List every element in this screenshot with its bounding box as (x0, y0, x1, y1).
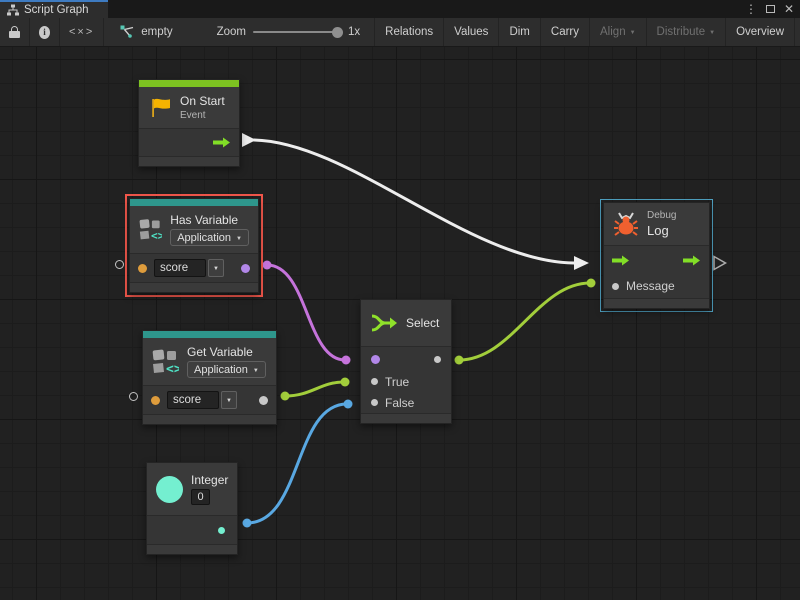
selection-indicator: empty (104, 18, 181, 46)
node-subtitle: Event (180, 110, 225, 121)
node-colorbar (130, 199, 258, 206)
lock-button[interactable] (0, 18, 30, 46)
variables-icon: <> (139, 217, 162, 242)
variable-name-field[interactable]: score (167, 391, 219, 409)
string-input-port[interactable] (138, 264, 147, 273)
code-icon: <×> (69, 26, 94, 38)
chevron-down-icon: ▼ (213, 266, 219, 272)
selection-output-port[interactable] (434, 356, 441, 363)
node-integer[interactable]: Integer 0 (146, 462, 238, 555)
unconnected-port-marker-hasvar[interactable] (115, 260, 124, 269)
message-input-port[interactable] (612, 283, 619, 290)
flow-in-port[interactable] (612, 255, 630, 266)
node-footer (361, 414, 451, 423)
scope-dropdown[interactable]: Application ▼ (187, 361, 266, 378)
svg-text:<>: <> (151, 229, 162, 242)
flag-icon (148, 96, 172, 120)
chevron-down-icon: ▼ (709, 30, 715, 36)
maximize-icon[interactable] (766, 5, 775, 13)
node-on-start[interactable]: On Start Event (138, 79, 240, 167)
connection-cursor-icon (120, 25, 135, 39)
graph-icon (7, 4, 19, 16)
node-title: Log (647, 223, 676, 238)
chevron-down-icon: ▼ (253, 368, 259, 374)
select-icon (371, 313, 398, 333)
align-button[interactable]: Align▼ (589, 18, 646, 46)
unconnected-port-marker-getvar[interactable] (129, 392, 138, 401)
chevron-down-icon: ▼ (630, 30, 636, 36)
tab-title: Script Graph (24, 4, 89, 16)
zoom-value: 1x (348, 26, 360, 38)
node-colorbar (143, 331, 276, 338)
node-title: Select (406, 316, 439, 330)
graph-toolbar: i <×> empty Zoom 1x Relations Values Dim… (0, 18, 800, 47)
value-output-port[interactable] (259, 396, 268, 405)
integer-icon (156, 476, 183, 503)
flow-out-port[interactable] (213, 137, 231, 148)
int-output-port[interactable] (218, 527, 225, 534)
node-category: Debug (647, 210, 676, 221)
variable-name-dropdown-button[interactable]: ▼ (208, 259, 224, 277)
selection-outline-debug-log: Debug Log Message (600, 199, 713, 312)
dim-button[interactable]: Dim (498, 18, 539, 46)
node-title: On Start (180, 94, 225, 108)
tab-script-graph[interactable]: Script Graph (0, 0, 108, 18)
chevron-down-icon: ▼ (236, 236, 242, 242)
more-icon[interactable]: ⋮ (745, 0, 757, 18)
message-port-label: Message (626, 279, 675, 293)
carry-button[interactable]: Carry (540, 18, 589, 46)
selection-outline-has-variable: <> Has Variable Application ▼ score ▼ (125, 194, 263, 297)
title-bar: Script Graph ⋮ ✕ (0, 0, 800, 18)
bug-icon (613, 211, 639, 237)
variables-icon: <> (152, 349, 179, 374)
distribute-button[interactable]: Distribute▼ (646, 18, 726, 46)
scope-dropdown[interactable]: Application ▼ (170, 229, 249, 246)
close-icon[interactable]: ✕ (784, 0, 794, 18)
lock-icon (9, 26, 20, 38)
code-preview-button[interactable]: <×> (60, 18, 104, 46)
node-title: Has Variable (170, 213, 249, 227)
node-footer (604, 299, 709, 308)
node-get-variable[interactable]: <> Get Variable Application ▼ score ▼ (142, 330, 277, 425)
integer-value-field[interactable]: 0 (191, 489, 210, 505)
node-title: Get Variable (187, 345, 266, 359)
info-icon: i (39, 26, 50, 39)
node-title: Integer (191, 473, 228, 487)
chevron-down-icon: ▼ (226, 398, 232, 404)
node-footer (143, 415, 276, 424)
zoom-control: Zoom 1x (208, 18, 375, 46)
zoom-slider[interactable] (253, 31, 341, 33)
true-port-label: True (385, 375, 409, 389)
relations-button[interactable]: Relations (374, 18, 443, 46)
svg-text:<>: <> (166, 362, 179, 374)
node-select[interactable]: Select True False (360, 299, 452, 424)
zoom-slider-handle[interactable] (332, 27, 343, 38)
bool-output-port[interactable] (241, 264, 250, 273)
true-input-port[interactable] (371, 378, 378, 385)
flow-out-port[interactable] (683, 255, 701, 266)
node-debug-log[interactable]: Debug Log Message (603, 202, 710, 309)
variable-name-dropdown-button[interactable]: ▼ (221, 391, 237, 409)
string-input-port[interactable] (151, 396, 160, 405)
node-footer (130, 283, 258, 292)
condition-input-port[interactable] (371, 355, 380, 364)
false-port-label: False (385, 396, 414, 410)
overview-button[interactable]: Overview (725, 18, 794, 46)
node-has-variable[interactable]: <> Has Variable Application ▼ score ▼ (129, 198, 259, 293)
values-button[interactable]: Values (443, 18, 498, 46)
false-input-port[interactable] (371, 399, 378, 406)
node-footer (139, 157, 239, 166)
node-footer (147, 545, 237, 554)
zoom-label: Zoom (217, 26, 246, 38)
info-button[interactable]: i (30, 18, 60, 46)
empty-label: empty (141, 26, 172, 38)
variable-name-field[interactable]: score (154, 259, 206, 277)
node-colorbar (139, 80, 239, 87)
full-screen-button[interactable]: Full Screen (794, 18, 800, 46)
